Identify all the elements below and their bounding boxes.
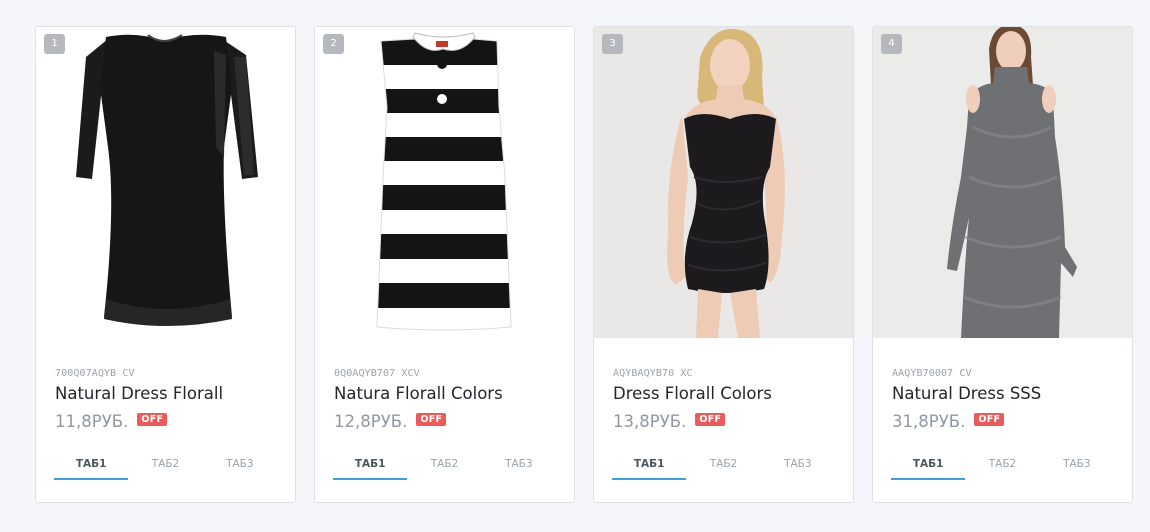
tab-3[interactable]: ТАБ3: [1040, 453, 1114, 480]
product-image[interactable]: [873, 27, 1132, 338]
tab-2[interactable]: ТАБ2: [686, 453, 760, 480]
black-sleeved-dress-image: [76, 34, 258, 326]
strapless-dress-model-image: [594, 27, 853, 338]
tab-3[interactable]: ТАБ3: [761, 453, 835, 480]
tab-1[interactable]: ТАБ1: [612, 453, 687, 480]
tab-1[interactable]: ТАБ1: [54, 453, 129, 480]
off-badge: OFF: [974, 413, 1005, 426]
product-image[interactable]: [594, 27, 853, 338]
tab-2[interactable]: ТАБ2: [965, 453, 1039, 480]
product-image[interactable]: [36, 27, 295, 338]
off-badge: OFF: [695, 413, 726, 426]
product-price: 13,8РУБ.: [613, 412, 687, 431]
product-number-badge: 3: [602, 34, 623, 54]
product-name[interactable]: Natura Florall Colors: [334, 384, 503, 403]
product-price: 12,8РУБ.: [334, 412, 408, 431]
tab-1[interactable]: ТАБ1: [891, 453, 966, 480]
product-image[interactable]: [315, 27, 574, 338]
product-sku: 700Q07AQYB CV: [55, 368, 135, 379]
product-card[interactable]: 4 AAQYB70007 CV Natural Dress SSS 31,8РУ…: [872, 26, 1133, 503]
price-row: 11,8РУБ. OFF: [55, 412, 168, 431]
price-row: 31,8РУБ. OFF: [892, 412, 1005, 431]
product-number-badge: 2: [323, 34, 344, 54]
product-number-badge: 1: [44, 34, 65, 54]
striped-collar-dress-image: [376, 32, 512, 331]
product-name[interactable]: Natural Dress Florall: [55, 384, 223, 403]
product-card[interactable]: 2 0Q0AQYB707 XCV Natura Florall Colors 1…: [314, 26, 575, 503]
product-tabs: ТАБ1 ТАБ2 ТАБ3: [54, 453, 277, 480]
product-sku: 0Q0AQYB707 XCV: [334, 368, 420, 379]
product-name[interactable]: Natural Dress SSS: [892, 384, 1041, 403]
product-card[interactable]: 3 AQYBAQYB70 XC Dress Florall Colors 13,…: [593, 26, 854, 503]
product-price: 11,8РУБ.: [55, 412, 129, 431]
product-tabs: ТАБ1 ТАБ2 ТАБ3: [891, 453, 1114, 480]
product-sku: AAQYB70007 CV: [892, 368, 972, 379]
product-name[interactable]: Dress Florall Colors: [613, 384, 772, 403]
tab-2[interactable]: ТАБ2: [128, 453, 202, 480]
tab-1[interactable]: ТАБ1: [333, 453, 408, 480]
off-badge: OFF: [416, 413, 447, 426]
price-row: 12,8РУБ. OFF: [334, 412, 447, 431]
grey-dress-model-image: [873, 27, 1132, 338]
product-number-badge: 4: [881, 34, 902, 54]
product-tabs: ТАБ1 ТАБ2 ТАБ3: [333, 453, 556, 480]
product-price: 31,8РУБ.: [892, 412, 966, 431]
product-sku: AQYBAQYB70 XC: [613, 368, 693, 379]
tab-2[interactable]: ТАБ2: [407, 453, 481, 480]
product-grid: 1 700Q07AQYB CV Natural Dress Florall 11…: [35, 26, 1133, 503]
tab-3[interactable]: ТАБ3: [482, 453, 556, 480]
tab-3[interactable]: ТАБ3: [203, 453, 277, 480]
price-row: 13,8РУБ. OFF: [613, 412, 726, 431]
product-card[interactable]: 1 700Q07AQYB CV Natural Dress Florall 11…: [35, 26, 296, 503]
product-tabs: ТАБ1 ТАБ2 ТАБ3: [612, 453, 835, 480]
off-badge: OFF: [137, 413, 168, 426]
